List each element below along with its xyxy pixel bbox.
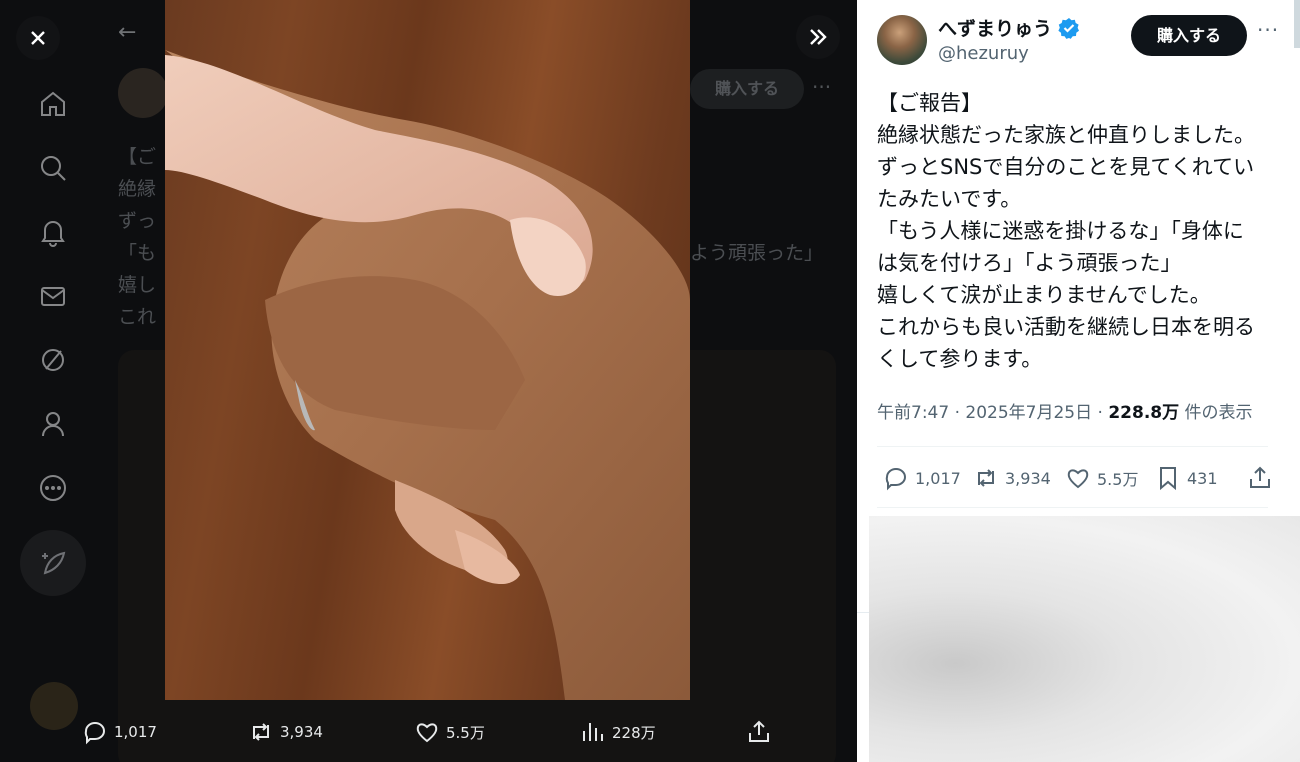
post-text-line: 「もう人様に迷惑を掛けるな」「身体に (877, 219, 1244, 243)
divider (877, 446, 1268, 447)
heart-icon (416, 723, 438, 743)
post-detail-panel: へずまりゅう @hezuruy 購入する ··· 【ご報告】 絶縁状態だった家族… (857, 0, 1300, 762)
dimmed-sidebar (0, 0, 105, 762)
meta-separator: · (954, 403, 960, 423)
close-icon (31, 31, 45, 45)
back-arrow-icon: ← (118, 20, 137, 45)
dimmed-text-line: 【ご (118, 146, 157, 168)
collapse-panel-button[interactable] (796, 15, 840, 59)
post-meta: 午前7:47 · 2025年7月25日 · 228.8万 件の表示 (877, 398, 1253, 423)
heart-icon (1067, 469, 1089, 489)
divider (877, 507, 1268, 508)
dimmed-text-line: 嬉し (118, 274, 157, 296)
bookmark-icon (1160, 467, 1176, 491)
post-views-count: 228.8万 (1108, 403, 1180, 423)
reply-icon (885, 468, 907, 491)
more-options-icon[interactable]: ··· (1257, 18, 1281, 46)
profile-icon (37, 408, 69, 440)
blurred-content-area (869, 516, 1300, 762)
author-name: へずまりゅう (938, 18, 1053, 40)
like-button[interactable]: 5.5万 (1065, 462, 1138, 494)
post-body: 【ご報告】 絶縁状態だった家族と仲直りしました。 ずっとSNSで自分のことを見て… (877, 87, 1277, 375)
more-circle-icon (37, 472, 69, 504)
media-views-count: 228万 (612, 723, 656, 742)
media-repost-button[interactable]: 3,934 (248, 716, 323, 748)
bookmark-button[interactable]: 431 (1155, 462, 1218, 494)
post-time[interactable]: 午前7:47 (877, 403, 949, 423)
dimmed-text-line: 絶縁 (118, 178, 157, 200)
post-text-line: これからも良い活動を継続し日本を明る (877, 315, 1255, 339)
compose-icon (20, 530, 86, 596)
media-like-button[interactable]: 5.5万 (414, 716, 485, 748)
dimmed-text-line: 「も (118, 242, 157, 264)
post-text-line: 絶縁状態だった家族と仲直りしました。 (877, 123, 1255, 147)
author-avatar[interactable] (877, 15, 927, 65)
media-viewer: ← 購入する ··· 【ご 絶縁 ずっ 「も 嬉し これ よう頑張った」 1,0… (0, 0, 857, 762)
home-icon (37, 88, 69, 120)
dimmed-author-avatar (118, 68, 168, 118)
post-text-line: は気を付けろ」「よう頑張った」 (877, 251, 1182, 275)
close-button[interactable] (16, 16, 60, 60)
media-share-button[interactable] (746, 716, 778, 748)
dimmed-text-line: よう頑張った」 (690, 242, 824, 264)
chevrons-right-icon (810, 29, 827, 45)
media-views-button[interactable]: 228万 (580, 716, 656, 748)
scrollbar[interactable] (1294, 0, 1300, 48)
handshake-image (165, 50, 690, 700)
dimmed-text-line: これ (118, 306, 157, 328)
buy-button[interactable]: 購入する (1131, 15, 1247, 56)
post-photo[interactable] (165, 0, 690, 700)
post-text-line: ずっとSNSで自分のことを見てくれてい (877, 155, 1255, 179)
share-icon (749, 720, 769, 742)
post-date[interactable]: 2025年7月25日 (965, 403, 1092, 423)
repost-icon (978, 469, 994, 487)
share-button[interactable] (1247, 462, 1279, 494)
post-text-line: 【ご報告】 (877, 91, 982, 115)
repost-button[interactable]: 3,934 (973, 462, 1051, 494)
post-text-line: たみたいです。 (877, 187, 1022, 211)
views-chart-icon (583, 723, 603, 741)
author-handle[interactable]: @hezuruy (938, 43, 1029, 64)
bookmark-count: 431 (1187, 468, 1218, 488)
media-like-count: 5.5万 (446, 723, 485, 742)
post-text-line: 嬉しくて涙が止まりませんでした。 (877, 283, 1211, 307)
meta-separator: · (1097, 403, 1103, 423)
author-name-row[interactable]: へずまりゅう (938, 14, 1080, 41)
reply-count: 1,017 (915, 468, 961, 488)
media-reply-count: 1,017 (114, 723, 157, 741)
search-icon (37, 152, 69, 184)
divider (857, 612, 869, 613)
like-count: 5.5万 (1097, 470, 1139, 489)
post-text-line: くして参ります。 (877, 347, 1043, 371)
dimmed-text-line: ずっ (118, 210, 157, 232)
bell-icon (37, 216, 69, 248)
share-icon (1250, 466, 1270, 488)
grok-icon (37, 344, 69, 376)
dimmed-buy-button: 購入する (690, 69, 804, 109)
repost-count: 3,934 (1005, 468, 1051, 488)
mail-icon (37, 280, 69, 312)
media-repost-count: 3,934 (280, 723, 323, 741)
dimmed-more-icon: ··· (812, 75, 832, 99)
repost-icon (253, 723, 269, 741)
media-reply-button[interactable]: 1,017 (82, 716, 157, 748)
verified-badge-icon (1058, 17, 1080, 39)
reply-button[interactable]: 1,017 (883, 462, 961, 494)
reply-icon (84, 722, 106, 745)
post-views-label: 件の表示 (1184, 403, 1253, 423)
